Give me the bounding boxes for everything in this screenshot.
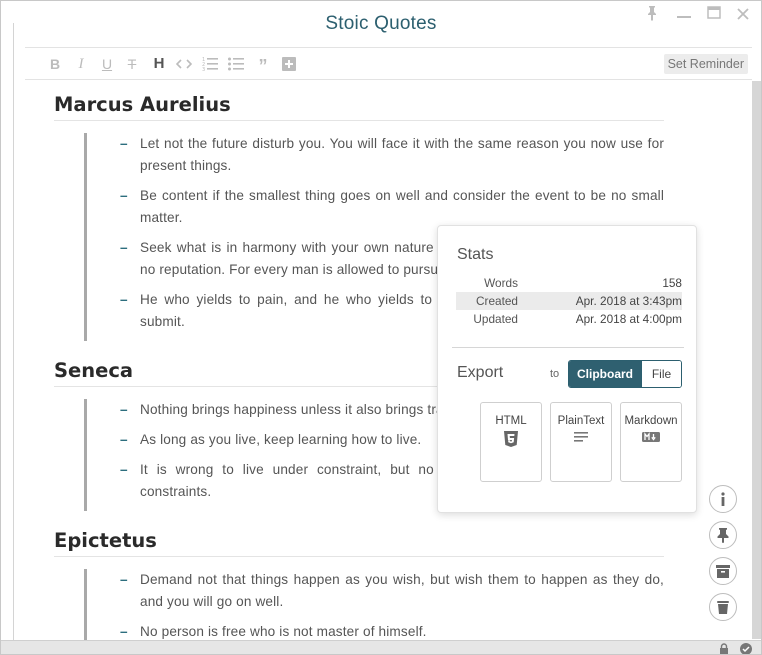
format-label: PlainText — [557, 415, 605, 427]
lock-icon[interactable] — [718, 642, 730, 654]
numbered-list-icon[interactable]: 123 — [201, 55, 219, 73]
quote-text: Let not the future disturb you. You will… — [140, 136, 664, 173]
list-item: – Be content if the smallest thing goes o… — [54, 185, 664, 229]
dash-marker: – — [120, 136, 128, 151]
set-reminder-button[interactable]: Set Reminder — [663, 54, 748, 74]
stats-row-created: Created Apr. 2018 at 3:43pm — [456, 292, 682, 310]
scrollbar-thumb[interactable] — [752, 81, 761, 639]
archive-icon[interactable] — [709, 557, 737, 585]
svg-text:3: 3 — [202, 67, 205, 72]
dash-marker: – — [120, 572, 128, 587]
bullet-list-icon[interactable] — [227, 55, 245, 73]
vertical-scrollbar[interactable] — [752, 81, 761, 639]
stats-heading: Stats — [457, 246, 494, 263]
list-item: – Let not the future disturb you. You wil… — [54, 133, 664, 177]
export-heading: Export — [457, 364, 504, 381]
status-bar — [1, 640, 761, 654]
trash-icon[interactable] — [709, 593, 737, 621]
bold-icon[interactable]: B — [46, 55, 64, 73]
code-icon[interactable] — [175, 55, 193, 73]
created-value: Apr. 2018 at 3:43pm — [575, 294, 682, 308]
export-plaintext-button[interactable]: PlainText — [550, 402, 612, 482]
file-button[interactable]: File — [641, 361, 681, 387]
dash-marker: – — [120, 432, 128, 447]
close-icon[interactable] — [733, 5, 753, 23]
author-heading: Marcus Aurelius — [54, 93, 664, 121]
clipboard-button[interactable]: Clipboard — [569, 361, 641, 387]
section-epictetus: Epictetus – Demand not that things happen… — [54, 529, 664, 641]
markdown-icon — [642, 432, 660, 442]
minimize-icon[interactable] — [674, 5, 694, 23]
words-value: 158 — [662, 276, 682, 290]
format-label: Markdown — [624, 415, 678, 427]
quote-text: As long as you live, keep learning how t… — [140, 432, 422, 447]
format-toolbar: B I U T H 123 ” Set Reminder — [25, 47, 752, 80]
pin-note-icon[interactable] — [709, 521, 737, 549]
heading-icon[interactable]: H — [150, 55, 168, 73]
pin-window-icon[interactable] — [642, 5, 662, 23]
list-item: – Demand not that things happen as you wi… — [54, 569, 664, 613]
left-gutter-line — [13, 23, 14, 643]
quote-list: – Demand not that things happen as you wi… — [54, 569, 664, 641]
export-markdown-button[interactable]: Markdown — [620, 402, 682, 482]
updated-value: Apr. 2018 at 4:00pm — [575, 312, 682, 326]
updated-label: Updated — [473, 312, 518, 326]
title-bar: Stoic Quotes — [1, 1, 761, 47]
quote-text: Be content if the smallest thing goes on… — [140, 188, 664, 225]
plaintext-icon — [574, 432, 588, 442]
sync-check-icon[interactable] — [740, 642, 752, 654]
app-window: Stoic Quotes B I U T H 123 ” Set Reminde… — [0, 0, 762, 655]
maximize-icon[interactable] — [704, 5, 724, 23]
created-label: Created — [476, 294, 518, 308]
words-label: Words — [484, 276, 518, 290]
strikethrough-icon[interactable]: T — [123, 55, 141, 73]
list-item: – No person is free who is not master of … — [54, 621, 664, 641]
info-icon[interactable] — [709, 485, 737, 513]
stats-divider — [452, 347, 684, 348]
dash-marker: – — [120, 624, 128, 639]
export-html-button[interactable]: HTML — [480, 402, 542, 482]
author-heading: Epictetus — [54, 529, 664, 557]
dash-marker: – — [120, 240, 128, 255]
quote-icon[interactable]: ” — [254, 55, 272, 76]
add-block-icon[interactable] — [280, 55, 298, 73]
quote-text: No person is free who is not master of h… — [140, 624, 427, 639]
dash-marker: – — [120, 292, 128, 307]
html5-icon — [504, 431, 518, 447]
dash-marker: – — [120, 188, 128, 203]
export-to-label: to — [550, 368, 560, 380]
quote-text: Demand not that things happen as you wis… — [140, 572, 664, 609]
export-target-toggle: Clipboard File — [568, 360, 682, 388]
dash-marker: – — [120, 402, 128, 417]
dash-marker: – — [120, 462, 128, 477]
stats-row-words: Words 158 — [456, 274, 682, 292]
stats-popover: Stats Words 158 Created Apr. 2018 at 3:4… — [437, 225, 697, 513]
italic-icon[interactable]: I — [72, 55, 90, 73]
format-label: HTML — [495, 415, 527, 427]
stats-row-updated: Updated Apr. 2018 at 4:00pm — [456, 310, 682, 328]
underline-icon[interactable]: U — [98, 55, 116, 73]
